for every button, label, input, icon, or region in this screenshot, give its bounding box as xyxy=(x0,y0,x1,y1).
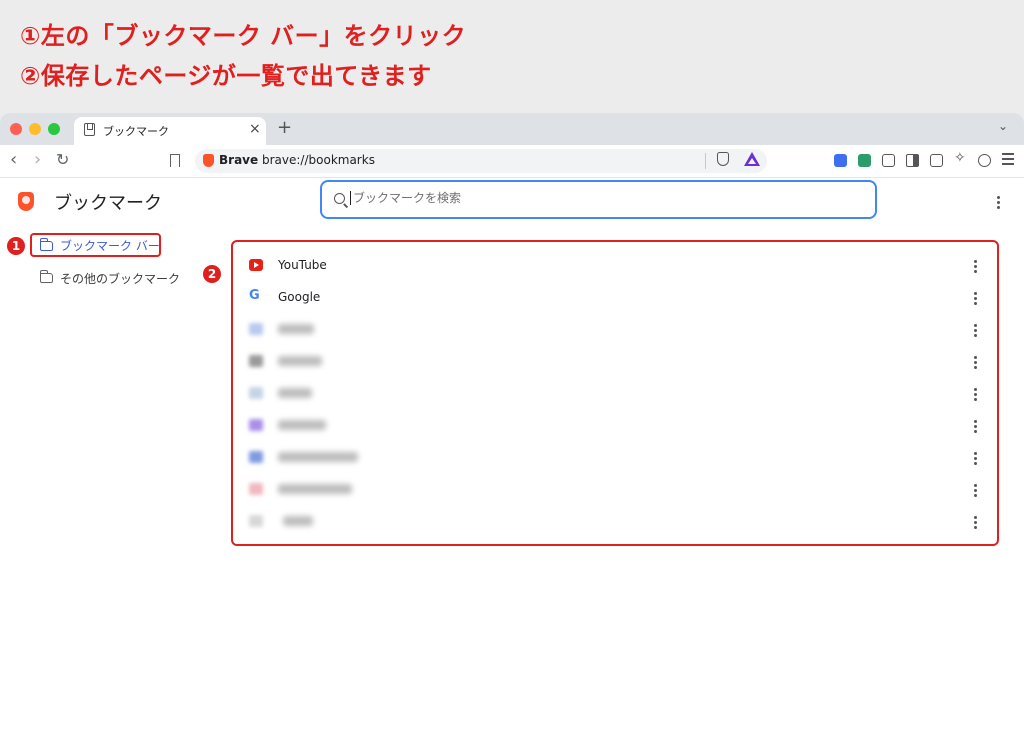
search-icon xyxy=(334,193,345,204)
blurred-favicon-icon xyxy=(249,515,263,527)
blurred-favicon-icon xyxy=(249,323,263,335)
bookmark-more-icon[interactable] xyxy=(973,260,977,273)
bookmark-more-icon[interactable] xyxy=(973,420,977,433)
blurred-title xyxy=(283,516,313,526)
bookmark-row-blurred[interactable] xyxy=(247,441,987,473)
blurred-title xyxy=(278,324,314,334)
sidebar-item-other-bookmarks[interactable]: その他のブックマーク xyxy=(60,270,180,287)
blurred-favicon-icon xyxy=(249,483,263,495)
folder-icon xyxy=(39,270,53,283)
sidebar-item-bookmarks-bar[interactable]: ブックマーク バー xyxy=(60,237,160,254)
tab-close-icon[interactable]: × xyxy=(249,121,261,137)
blurred-favicon-icon xyxy=(249,419,263,431)
tab-bar: ブックマーク × + ⌄ xyxy=(0,113,1024,145)
bookmark-title[interactable]: YouTube xyxy=(278,258,327,272)
bookmark-row-blurred[interactable] xyxy=(247,409,987,441)
address-bar[interactable]: Brave brave://bookmarks xyxy=(195,149,767,173)
bookmark-page-icon xyxy=(84,123,95,136)
bookmark-more-icon[interactable] xyxy=(973,516,977,529)
brave-shields-icon[interactable] xyxy=(717,152,729,166)
close-window-button[interactable] xyxy=(10,123,22,135)
main-menu-icon[interactable] xyxy=(1002,153,1014,165)
bookmark-row-google[interactable]: G Google xyxy=(247,281,987,313)
bookmark-title[interactable]: Google xyxy=(278,290,320,304)
address-divider xyxy=(705,153,706,169)
extensions-puzzle-icon[interactable] xyxy=(882,154,895,167)
sidebar-toggle-icon[interactable] xyxy=(906,154,919,167)
toolbar: ‹ › ↻ Brave brave://bookmarks ✧ xyxy=(0,145,1024,178)
folder-icon xyxy=(39,238,53,251)
extension-blue-icon[interactable] xyxy=(834,154,847,167)
brave-rewards-icon[interactable] xyxy=(744,152,760,166)
brave-label: Brave xyxy=(219,153,259,167)
page-title: ブックマーク xyxy=(54,193,162,214)
blurred-favicon-icon xyxy=(249,355,263,367)
blurred-title xyxy=(278,356,322,366)
blurred-favicon-icon xyxy=(249,451,263,463)
vpn-icon[interactable] xyxy=(978,154,991,167)
blurred-title xyxy=(278,388,312,398)
bookmark-row-blurred[interactable] xyxy=(247,313,987,345)
bookmark-row-blurred[interactable] xyxy=(247,377,987,409)
extension-green-icon[interactable] xyxy=(858,154,871,167)
new-tab-button[interactable]: + xyxy=(277,117,292,138)
bookmark-this-page-icon[interactable] xyxy=(170,154,180,167)
minimize-window-button[interactable] xyxy=(29,123,41,135)
bookmark-more-icon[interactable] xyxy=(973,324,977,337)
bookmark-more-icon[interactable] xyxy=(973,356,977,369)
brave-shield-icon xyxy=(203,154,214,167)
blurred-title xyxy=(278,484,352,494)
bookmark-row-blurred[interactable] xyxy=(247,345,987,377)
page-more-icon[interactable] xyxy=(996,196,1000,209)
blurred-favicon-icon xyxy=(249,387,263,399)
url-text[interactable]: brave://bookmarks xyxy=(262,153,375,167)
bookmark-row-blurred[interactable] xyxy=(247,505,987,537)
tab-bookmarks[interactable]: ブックマーク × xyxy=(74,117,266,145)
google-icon: G xyxy=(249,288,260,303)
bookmark-more-icon[interactable] xyxy=(973,388,977,401)
wallet-icon[interactable] xyxy=(930,154,943,167)
back-button[interactable]: ‹ xyxy=(10,149,17,170)
bookmark-row-youtube[interactable]: YouTube xyxy=(247,249,987,281)
maximize-window-button[interactable] xyxy=(48,123,60,135)
bookmark-more-icon[interactable] xyxy=(973,484,977,497)
bookmark-row-blurred[interactable] xyxy=(247,473,987,505)
instruction-line-1: ①左の「ブックマーク バー」をクリック xyxy=(20,22,467,50)
bookmark-more-icon[interactable] xyxy=(973,292,977,305)
tab-title: ブックマーク xyxy=(103,125,169,138)
blurred-title xyxy=(278,452,358,462)
forward-button[interactable]: › xyxy=(34,149,41,170)
bookmark-search-box[interactable] xyxy=(320,180,877,219)
leo-ai-sparkle-icon[interactable]: ✧ xyxy=(954,150,967,166)
blurred-title xyxy=(278,420,326,430)
youtube-icon xyxy=(249,259,263,271)
annotation-badge-2: 2 xyxy=(203,265,221,283)
search-input[interactable] xyxy=(350,191,853,205)
bookmark-more-icon[interactable] xyxy=(973,452,977,465)
browser-window: ブックマーク × + ⌄ ‹ › ↻ Brave brave://bookmar… xyxy=(0,113,1024,754)
brave-logo-icon xyxy=(18,192,34,211)
reload-button[interactable]: ↻ xyxy=(56,150,69,169)
tab-search-chevron-icon[interactable]: ⌄ xyxy=(998,119,1008,133)
annotation-badge-1: 1 xyxy=(7,237,25,255)
instruction-line-2: ②保存したページが一覧で出てきます xyxy=(20,62,432,90)
